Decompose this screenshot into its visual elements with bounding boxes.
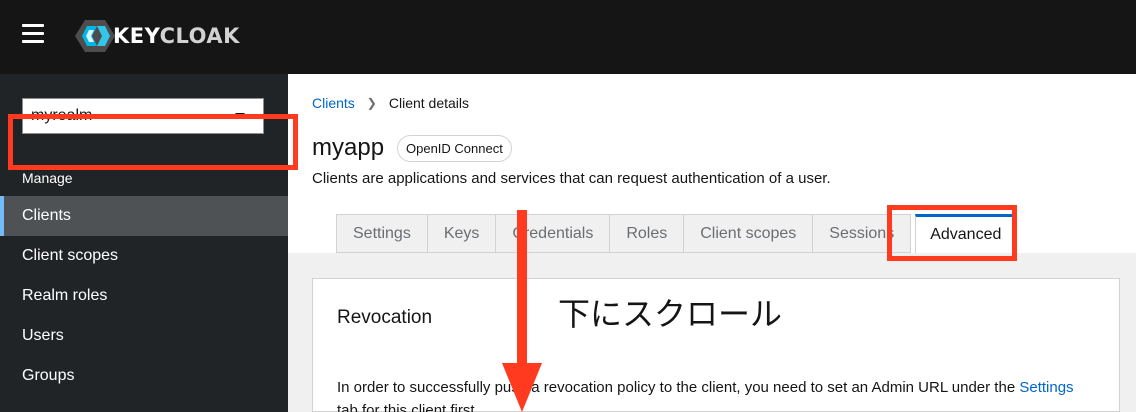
revocation-text: In order to successfully push a revocati… xyxy=(337,379,1074,412)
keycloak-logo[interactable]: KEYCLOAK xyxy=(75,18,240,54)
settings-link[interactable]: Settings xyxy=(1019,379,1073,396)
highlight-box-advanced xyxy=(887,205,1017,261)
scroll-down-annotation: 下にスクロール xyxy=(558,295,783,333)
highlight-box-clients xyxy=(8,114,298,170)
breadcrumb-clients-link[interactable]: Clients xyxy=(312,95,355,111)
protocol-badge: OpenID Connect xyxy=(397,135,512,162)
keycloak-logo-icon xyxy=(75,20,115,52)
down-arrow-icon xyxy=(502,210,542,412)
breadcrumb-current: Client details xyxy=(388,95,470,111)
nav-section-manage: Manage xyxy=(22,170,73,186)
sidebar-item-users[interactable]: Users xyxy=(0,316,288,356)
tab-roles[interactable]: Roles xyxy=(609,214,684,253)
sidebar-item-groups[interactable]: Groups xyxy=(0,356,288,396)
tab-keys[interactable]: Keys xyxy=(426,214,496,253)
masthead: KEYCLOAK xyxy=(0,0,1136,74)
revocation-title: Revocation xyxy=(337,307,433,328)
breadcrumb: Clients ❯ Client details xyxy=(312,95,469,111)
tab-client-scopes[interactable]: Client scopes xyxy=(683,214,813,253)
tab-settings[interactable]: Settings xyxy=(336,214,427,253)
page-title: myapp xyxy=(312,134,385,161)
sidebar-item-clients[interactable]: Clients xyxy=(0,196,288,236)
menu-icon[interactable] xyxy=(22,24,46,48)
sidebar-item-client-scopes[interactable]: Client scopes xyxy=(0,236,288,276)
sidebar-item-realm-roles[interactable]: Realm roles xyxy=(0,276,288,316)
chevron-right-icon: ❯ xyxy=(366,96,377,110)
page-description: Clients are applications and services th… xyxy=(312,170,831,187)
logo-text: KEYCLOAK xyxy=(113,24,240,48)
